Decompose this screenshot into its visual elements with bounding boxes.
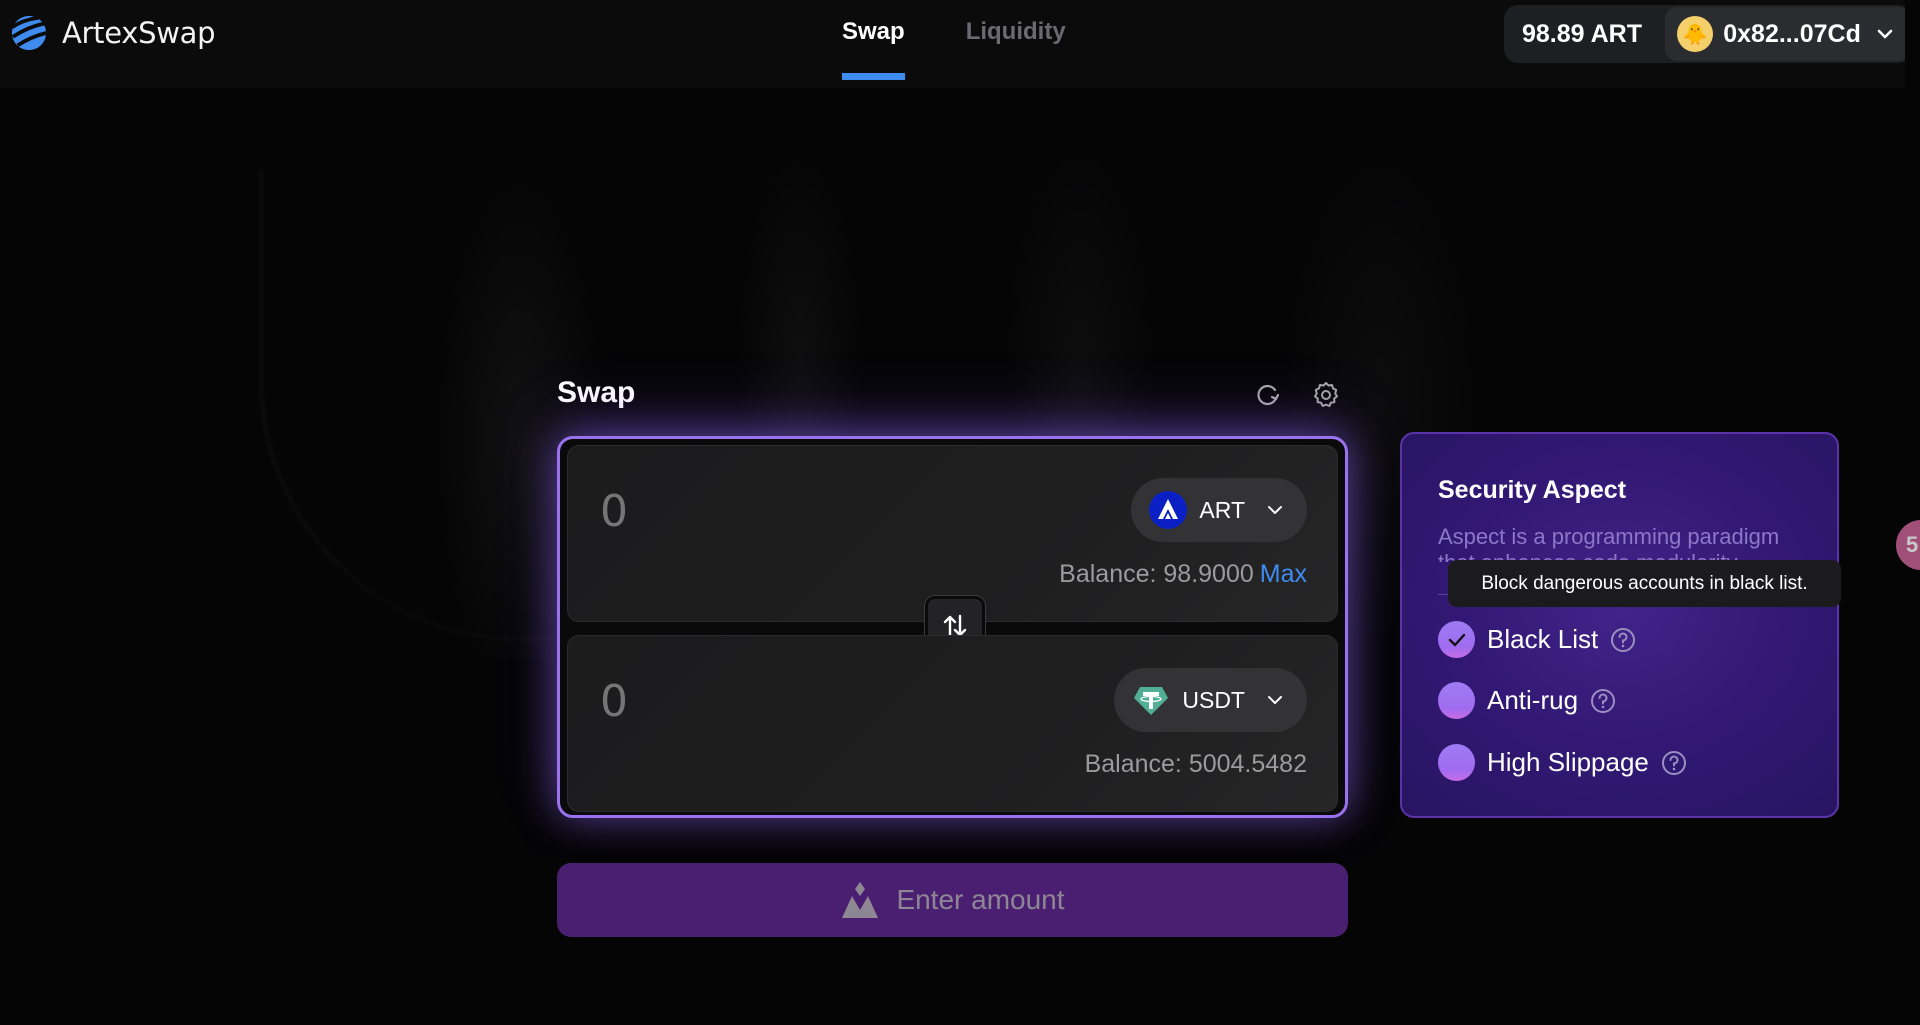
high-slippage-label: High Slippage [1487,747,1649,777]
anti-rug-label: Anti-rug [1487,685,1579,715]
main-nav: Swap Liquidity [842,18,1066,80]
help-icon[interactable] [1661,750,1687,776]
artex-mountain-icon [842,882,879,918]
account-button[interactable]: 🐥 0x82...07Cd [1665,7,1912,61]
background-curve [260,170,580,640]
floating-badge[interactable]: 5 [1896,520,1920,570]
security-title: Security Aspect [1438,476,1627,504]
from-balance: Balance: 98.9000 Max [1059,560,1307,589]
from-balance-text: Balance: 98.9000 [1059,560,1254,588]
swap-card: ART Balance: 98.9000Max USDT [557,436,1348,818]
app-name: ArtexSwap [62,16,216,50]
option-black-list[interactable]: Black List [1438,621,1636,658]
chevron-down-icon [1877,29,1893,39]
refresh-icon[interactable] [1253,380,1283,410]
help-icon[interactable] [1610,627,1636,653]
to-token-select[interactable]: USDT [1114,668,1307,732]
swap-title: Swap [557,376,636,409]
app-logo[interactable]: ArtexSwap [10,14,216,52]
wallet-widget: 98.89 ART 🐥 0x82...07Cd [1504,5,1912,63]
from-amount-input[interactable] [600,486,900,537]
security-description: Aspect is a programming paradigm that en… [1438,524,1780,562]
to-balance: Balance: 5004.5482 [1084,750,1307,778]
anti-rug-checkbox[interactable] [1438,682,1475,719]
to-amount-input[interactable] [600,676,900,727]
wallet-address: 0x82...07Cd [1723,19,1861,48]
from-token-name: ART [1199,496,1245,523]
security-aspect-panel: Security Aspect Aspect is a programming … [1400,432,1839,818]
artexswap-logo-icon [10,15,47,51]
usdt-token-icon [1134,687,1169,715]
tab-swap[interactable]: Swap [842,18,905,80]
help-icon[interactable] [1590,688,1616,714]
option-high-slippage[interactable]: High Slippage [1438,744,1687,781]
top-header: ArtexSwap Swap Liquidity 98.89 ART 🐥 0x8… [0,0,1912,88]
wallet-balance: 98.89 ART [1522,19,1642,48]
art-token-icon [1149,491,1188,529]
chevron-down-icon [1268,696,1282,704]
max-button[interactable]: Max [1260,560,1307,588]
chevron-down-icon [1268,506,1282,514]
check-icon [1448,633,1465,646]
tab-liquidity[interactable]: Liquidity [966,18,1066,78]
enter-amount-button[interactable]: Enter amount [557,863,1348,937]
to-token-name: USDT [1182,686,1245,713]
from-token-select[interactable]: ART [1131,478,1307,542]
to-panel: USDT Balance: 5004.5482 [567,635,1338,812]
black-list-checkbox[interactable] [1438,621,1475,658]
black-list-label: Black List [1487,624,1599,654]
black-list-tooltip: Block dangerous accounts in black list. [1448,560,1841,607]
chick-avatar-icon: 🐥 [1677,16,1714,52]
option-anti-rug[interactable]: Anti-rug [1438,682,1616,719]
gear-icon[interactable] [1311,380,1341,410]
page-edge [1905,0,1920,90]
high-slippage-checkbox[interactable] [1438,744,1475,781]
enter-amount-label: Enter amount [896,884,1065,915]
